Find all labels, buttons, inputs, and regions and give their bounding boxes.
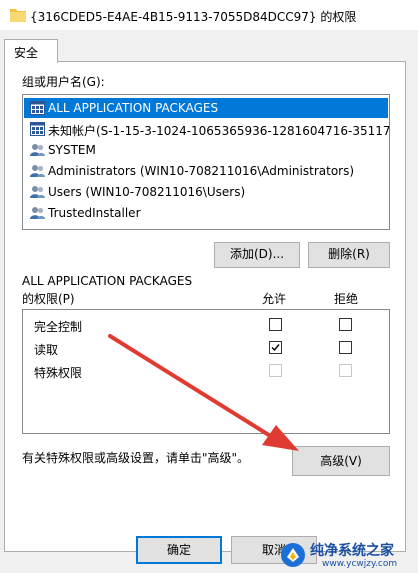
perm-row-label: 特殊权限 [34, 366, 83, 380]
brand-logo-icon [281, 543, 305, 567]
list-item-label: Users (WIN10-708211016\Users) [48, 185, 246, 199]
tab-security-label: 安全 [14, 46, 39, 60]
ok-button[interactable]: 确定 [136, 536, 222, 564]
perm-row-label: 完全控制 [34, 320, 83, 334]
watermark: 纯净系统之家 www.ycwjzy.com [276, 537, 418, 573]
folder-icon [10, 9, 26, 22]
deny-checkbox[interactable] [339, 318, 352, 331]
list-item[interactable]: SYSTEM [24, 140, 388, 160]
list-item[interactable]: 未知帐户(S-1-15-3-1024-1065365936-1281604716… [24, 119, 390, 139]
remove-button[interactable]: 删除(R) [308, 242, 390, 268]
users-icon [30, 186, 45, 198]
list-item-label: Administrators (WIN10-708211016\Administ… [48, 164, 355, 178]
checkmark-icon [271, 344, 280, 352]
deny-header: 拒绝 [334, 292, 359, 306]
list-item-label: 未知帐户(S-1-15-3-1024-1065365936-1281604716… [48, 124, 390, 138]
title-bar: {316CDED5-E4AE-4B15-9113-7055D84DCC97} 的… [0, 0, 418, 30]
allow-checkbox [269, 364, 282, 377]
permissions-for-label-2: 的权限(P) [22, 292, 75, 306]
watermark-brand: 纯净系统之家 [310, 543, 394, 559]
advanced-note: 有关特殊权限或高级设置，请单击"高级"。 [22, 451, 250, 465]
allow-header: 允许 [262, 292, 287, 306]
list-item-label: ALL APPLICATION PACKAGES [48, 101, 219, 115]
list-item[interactable]: Users (WIN10-708211016\Users) [24, 182, 388, 202]
list-item[interactable]: ALL APPLICATION PACKAGES [24, 98, 388, 118]
list-item-label: SYSTEM [48, 143, 96, 157]
watermark-url: www.ycwjzy.com [322, 559, 398, 569]
unknown-account-icon [30, 122, 45, 136]
allow-checkbox[interactable] [269, 341, 282, 354]
users-icon [30, 144, 45, 156]
list-item[interactable]: TrustedInstaller [24, 203, 388, 223]
tab-security[interactable]: 安全 [4, 39, 58, 63]
user-list[interactable]: ALL APPLICATION PACKAGES 未知帐户(S-1-15-3-1… [22, 94, 390, 230]
app-packages-icon [30, 101, 45, 115]
add-button[interactable]: 添加(D)... [214, 242, 300, 268]
window-title: {316CDED5-E4AE-4B15-9113-7055D84DCC97} 的… [30, 10, 357, 24]
perm-row-label: 读取 [34, 343, 59, 357]
deny-checkbox[interactable] [339, 341, 352, 354]
deny-checkbox [339, 364, 352, 377]
users-label: 组或用户名(G): [22, 75, 105, 89]
advanced-button[interactable]: 高级(V) [292, 446, 390, 476]
list-item-label: TrustedInstaller [48, 206, 141, 220]
users-icon [30, 165, 45, 177]
list-item[interactable]: Administrators (WIN10-708211016\Administ… [24, 161, 388, 181]
allow-checkbox[interactable] [269, 318, 282, 331]
users-icon [30, 207, 45, 219]
permissions-for-label: ALL APPLICATION PACKAGES [22, 274, 193, 288]
